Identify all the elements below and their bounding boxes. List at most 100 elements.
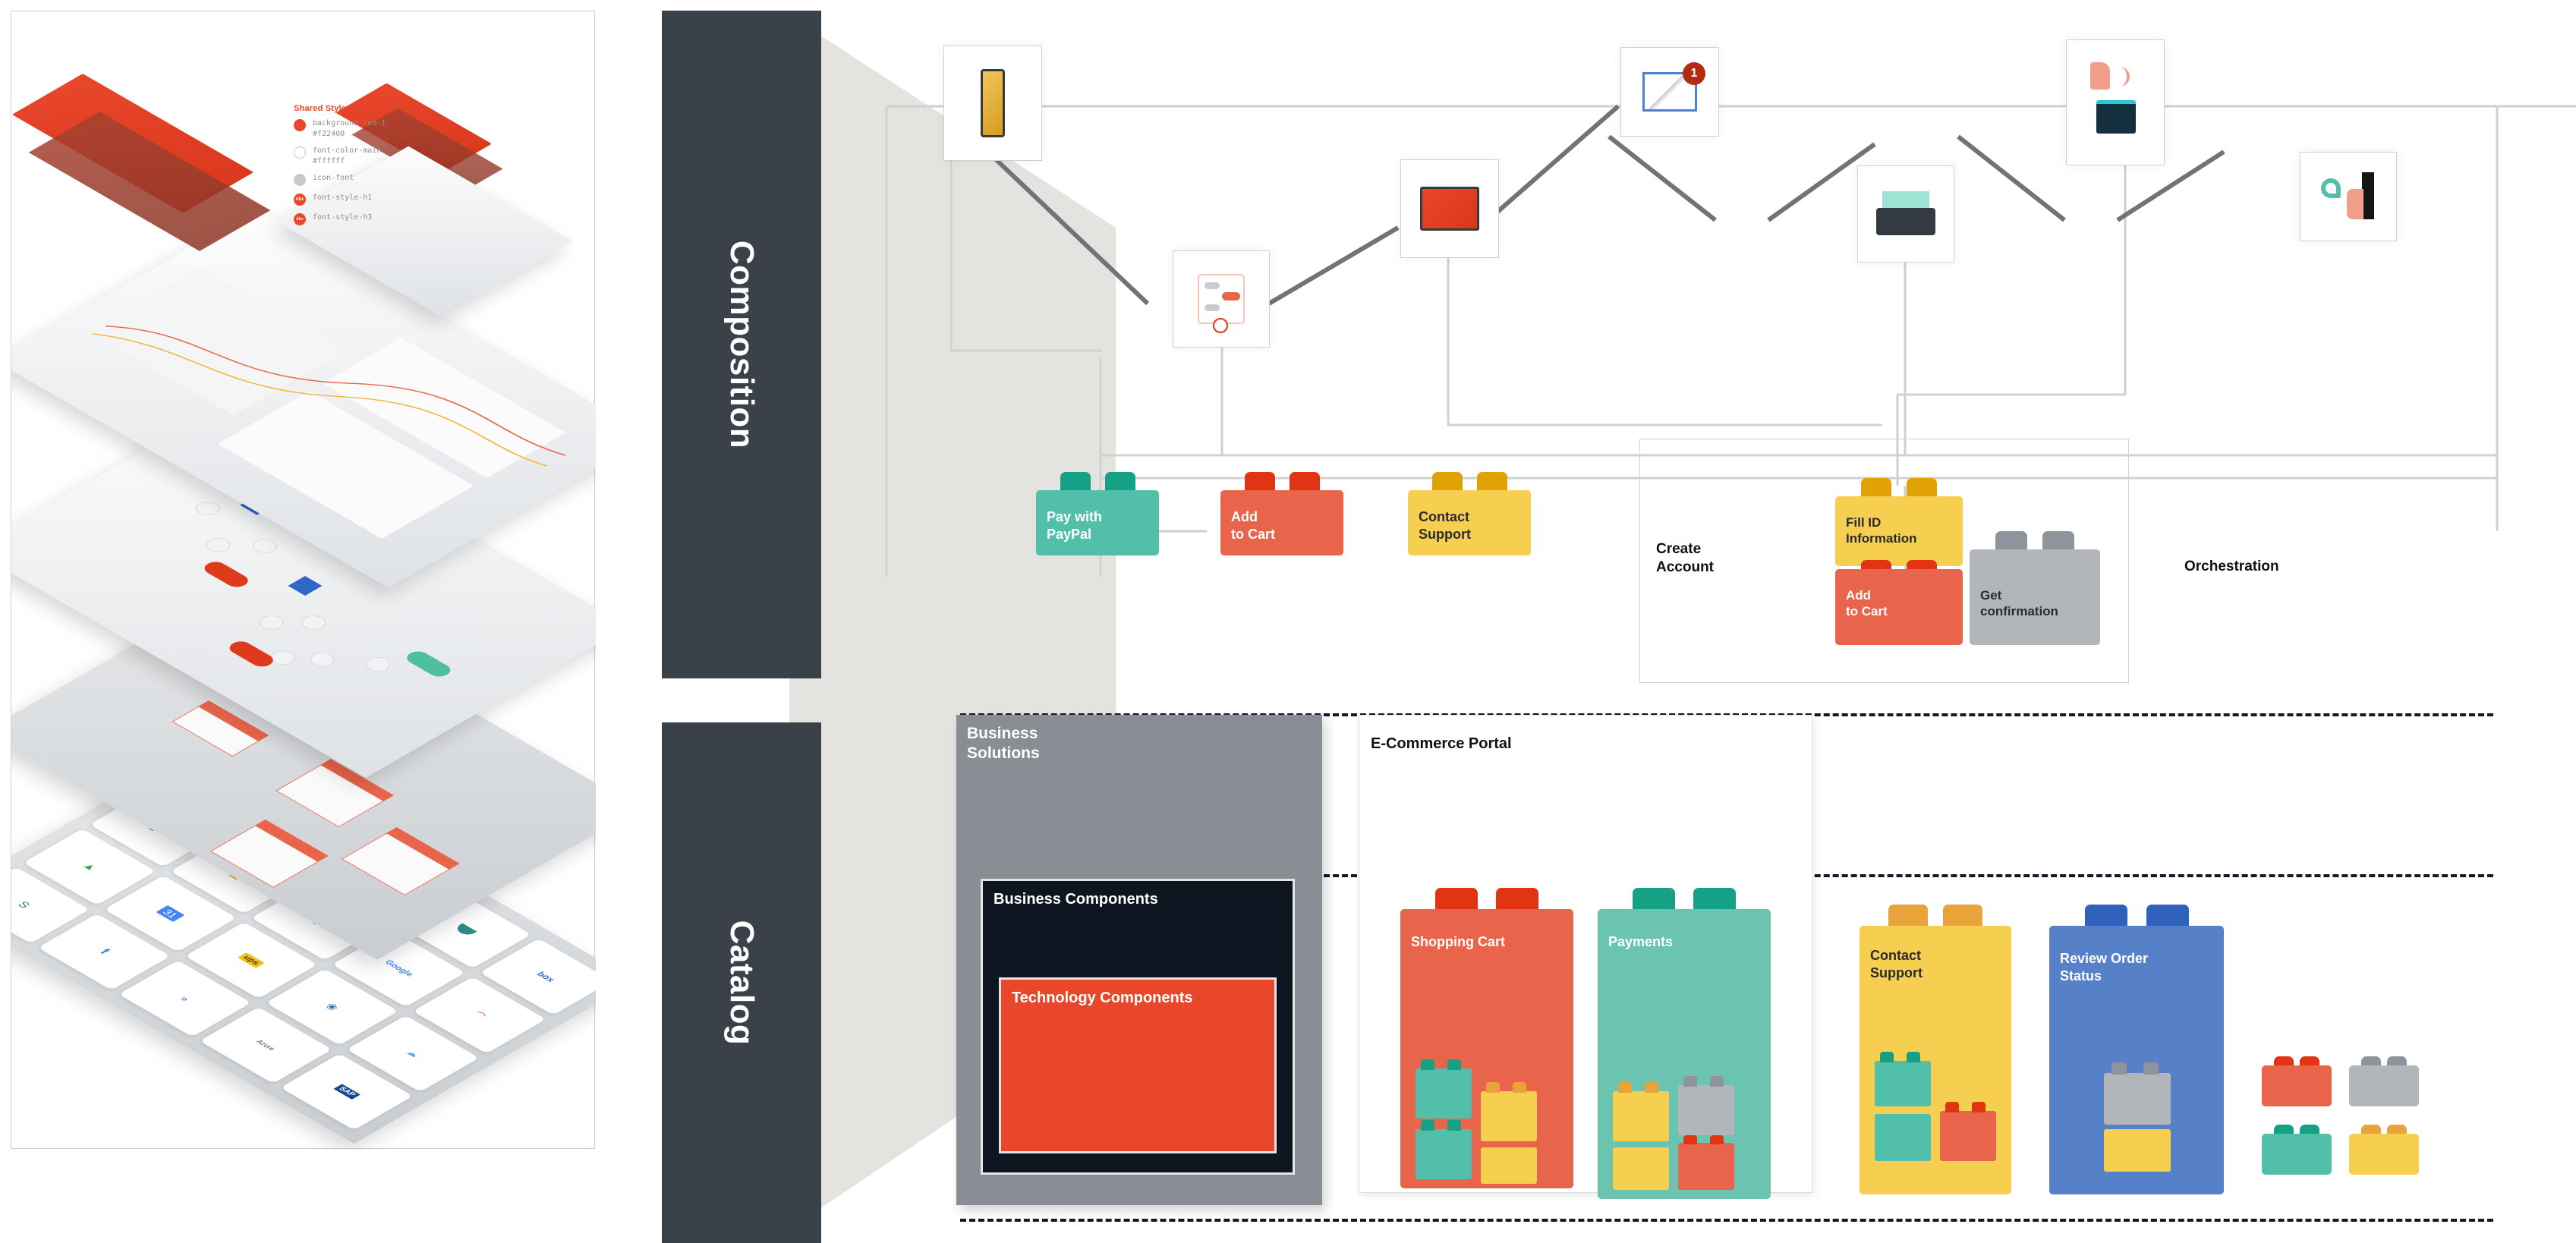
nested-brick-studs: [1710, 1135, 1724, 1144]
brick-label: Add to Cart: [1846, 588, 1888, 619]
brick-label: Shopping Cart: [1411, 934, 1505, 949]
channel-desktop[interactable]: [1400, 159, 1499, 258]
legend-item: Abc font-style-h1: [294, 193, 461, 206]
legend-item: background-red-1 #f22400: [294, 118, 461, 139]
channel-chatbot[interactable]: [1173, 250, 1270, 348]
brick-shopping-cart[interactable]: Shopping Cart: [1400, 888, 1573, 1188]
nested-brick-studs: [1513, 1082, 1526, 1093]
brick-body: [2349, 1134, 2419, 1175]
channel-email[interactable]: 1: [1620, 47, 1719, 137]
color-swatch-white-icon: [294, 146, 306, 159]
legend-item: Abc font-style-h3: [294, 212, 461, 225]
band-composition-label: Composition: [723, 240, 761, 449]
legend-item-text: font-style-h1: [313, 194, 373, 202]
brick-body: [2349, 1065, 2419, 1106]
technology-components-title: Technology Components: [1012, 990, 1193, 1006]
brick-fill-id-information[interactable]: Fill ID Information: [1835, 478, 1963, 566]
brick-loose-red[interactable]: [2262, 1056, 2332, 1106]
email-badge: 1: [1683, 62, 1705, 85]
nested-brick-studs: [2143, 1062, 2159, 1075]
phone-call-icon: [2321, 172, 2376, 221]
legend-item-text: font-style-h3: [313, 213, 373, 222]
brick-loose-grey[interactable]: [2349, 1056, 2419, 1106]
brick-payments[interactable]: Payments: [1598, 888, 1771, 1199]
nested-brick: [1416, 1068, 1472, 1119]
brick-body: [2262, 1134, 2332, 1175]
channel-phone[interactable]: [2300, 152, 2397, 241]
band-catalog-label: Catalog: [723, 920, 761, 1046]
brick-label: Get confirmation: [1980, 588, 2058, 619]
nested-brick: [1940, 1111, 1996, 1161]
nested-brick: [1613, 1091, 1669, 1141]
nested-brick-studs: [1710, 1076, 1724, 1087]
abc-badge-icon: Abc: [294, 194, 306, 206]
ecommerce-portal-title: E-Commerce Portal: [1371, 735, 1512, 752]
brick-loose-teal[interactable]: [2262, 1125, 2332, 1175]
nested-brick: [1416, 1129, 1472, 1179]
separator-bottom: [960, 1219, 2493, 1222]
brick-catalog-contact-support[interactable]: Contact Support: [1860, 905, 2011, 1194]
nested-brick-studs: [1945, 1102, 1959, 1112]
channel-keyboard[interactable]: [1857, 165, 1954, 263]
nested-brick: [1875, 1114, 1931, 1161]
brick-create-account-add-to-cart[interactable]: Add to Cart: [1835, 560, 1963, 645]
nested-brick-studs: [1421, 1059, 1434, 1070]
nested-brick: [1481, 1091, 1537, 1141]
brick-label: Payments: [1608, 934, 1674, 949]
legend-item: font-color-main #ffffff: [294, 146, 461, 166]
brick-review-order-status[interactable]: Review Order Status: [2049, 905, 2224, 1194]
nested-brick: [1875, 1061, 1931, 1106]
nested-brick-studs: [1907, 1052, 1920, 1062]
diagram-canvas: DocuSign Office 365 ▤ box P ◣ ◆ Google ⌒…: [0, 0, 2576, 1243]
nested-brick-studs: [1683, 1076, 1697, 1087]
legend-item-text: font-color-main #ffffff: [313, 146, 382, 165]
business-solutions-title: Business Solutions: [967, 725, 1040, 762]
brick-add-to-cart[interactable]: Add to Cart: [1220, 472, 1343, 555]
brick-label: Add to Cart: [1231, 509, 1275, 542]
brick-pay-with-paypal[interactable]: Pay with PayPal: [1036, 472, 1159, 555]
nested-brick-studs: [1683, 1135, 1697, 1144]
brick-label: Contact Support: [1870, 948, 1923, 980]
nested-brick-studs: [1447, 1120, 1461, 1131]
nested-brick-studs: [1645, 1082, 1658, 1093]
brick-body: [2262, 1065, 2332, 1106]
nested-brick: [1678, 1143, 1734, 1190]
nested-brick-studs: [1880, 1052, 1894, 1062]
nested-brick: [2104, 1129, 2171, 1172]
person-icon: [294, 174, 306, 186]
desktop-monitor-icon: [1420, 187, 1479, 231]
shared-styles-legend: Shared Styles background-red-1 #f22400 fo…: [294, 104, 461, 232]
color-swatch-red-icon: [294, 119, 306, 131]
brick-loose-yellow[interactable]: [2349, 1125, 2419, 1175]
create-account-label: Create Account: [1656, 541, 1714, 575]
legend-item: icon-font: [294, 173, 461, 186]
chat-bot-icon: [1198, 274, 1245, 333]
panel-technology-components[interactable]: Technology Components: [999, 977, 1277, 1153]
isometric-layer-stack: DocuSign Office 365 ▤ box P ◣ ◆ Google ⌒…: [11, 11, 596, 1150]
brick-label: Contact Support: [1419, 509, 1471, 542]
brick-contact-support[interactable]: Contact Support: [1408, 472, 1531, 555]
business-components-title: Business Components: [994, 891, 1158, 908]
nested-brick-studs: [2112, 1062, 2127, 1075]
nested-brick-studs: [1486, 1082, 1500, 1093]
brick-label: Review Order Status: [2060, 951, 2149, 983]
nested-brick-studs: [1421, 1120, 1434, 1131]
nested-brick: [1481, 1147, 1537, 1184]
brick-get-confirmation[interactable]: Get confirmation: [1970, 531, 2100, 645]
legend-title: Shared Styles: [294, 104, 351, 113]
channel-voice[interactable]: [2066, 39, 2165, 165]
nested-brick-studs: [1447, 1059, 1461, 1070]
band-composition: Composition: [662, 11, 821, 678]
legend-item-text: icon-font: [313, 174, 354, 182]
keyboard-icon: [1876, 191, 1935, 237]
orchestration-label: Orchestration: [2184, 559, 2279, 574]
nested-brick-studs: [1972, 1102, 1986, 1112]
nested-brick: [1613, 1147, 1669, 1190]
channel-mobile[interactable]: [943, 46, 1042, 161]
abc-badge-small-icon: Abc: [294, 213, 306, 225]
band-catalog: Catalog: [662, 722, 821, 1243]
brick-label: Fill ID Information: [1846, 515, 1917, 546]
mobile-phone-icon: [981, 69, 1005, 137]
email-envelope-icon: 1: [1642, 62, 1705, 112]
legend-item-text: background-red-1 #f22400: [313, 119, 386, 138]
